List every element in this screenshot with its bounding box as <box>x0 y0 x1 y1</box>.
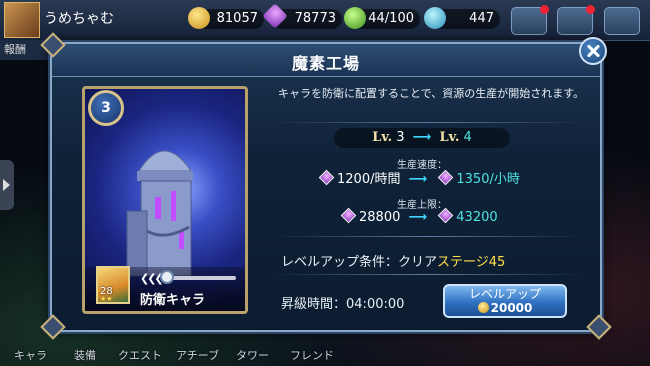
level-change: Lv. 3 ⟶ Lv. 4 <box>334 128 510 148</box>
card-slider-track <box>166 276 236 280</box>
chevron-left-icon: ❮❮❮ <box>140 272 164 285</box>
divider <box>272 236 584 237</box>
player-avatar[interactable] <box>4 2 40 38</box>
levelup-cost: 20000 <box>445 301 565 315</box>
diamond-icon <box>424 7 446 29</box>
condition-label: レベルアップ条件： <box>281 255 399 270</box>
levelup-button[interactable]: レベルアップ 20000 <box>443 284 567 318</box>
gem-icon <box>438 169 454 186</box>
production-limit-row: 28800 ⟶ 43200 <box>338 207 498 225</box>
production-speed-current: 1200/時間 <box>337 172 401 187</box>
stamina-value: 44/100 <box>368 11 414 26</box>
condition-prefix: クリア <box>398 255 438 270</box>
nav-equipment[interactable]: 装備 <box>74 347 96 363</box>
production-limit-next: 43200 <box>456 210 498 225</box>
production-speed-next: 1350/小時 <box>456 172 520 187</box>
gold-coin-icon <box>477 302 489 313</box>
gem-counter: 78773 <box>262 3 342 29</box>
arrow-right-icon: ⟶ <box>408 172 428 187</box>
chat-button[interactable] <box>511 5 549 35</box>
nav-friend[interactable]: フレンド <box>290 347 334 363</box>
nav-achievement[interactable]: アチーブ <box>176 347 219 363</box>
divider <box>272 274 584 275</box>
stamina-icon <box>344 7 366 29</box>
arrow-right-icon: ⟶ <box>408 210 428 225</box>
top-bar: うめちゃむ 81057 78773 44/100 447 <box>0 0 650 41</box>
production-limit-label: 生産上限： <box>397 200 447 211</box>
level-label: Lv. <box>372 130 393 145</box>
tower-building-icon <box>126 150 193 277</box>
dialog-title-bar: 魔素工場 <box>52 44 600 77</box>
mail-button[interactable] <box>557 5 595 35</box>
card-role-label: 防衛キャラ <box>140 293 206 308</box>
levelup-cost-value: 20000 <box>490 301 533 315</box>
dialog-description: キャラを防衛に配置することで、資源の生産が開始されます。 <box>278 87 585 100</box>
gold-value: 81057 <box>216 11 258 26</box>
notification-dot-icon <box>586 5 595 14</box>
dialog-title: 魔素工場 <box>291 54 360 73</box>
gold-counter: 81057 <box>188 7 264 29</box>
bottom-nav: キャラ 装備 クエスト アチーブ タワー フレンド <box>0 344 650 366</box>
player-name: うめちゃむ <box>44 11 114 27</box>
gem-value: 78773 <box>294 11 336 26</box>
level-label-next: Lv. <box>439 130 460 145</box>
levelup-condition: レベルアップ条件：クリアステージ45 <box>281 251 505 270</box>
nav-tower[interactable]: タワー <box>236 347 269 363</box>
diamond-value: 447 <box>469 11 494 26</box>
upgrade-time-value: 04:00:00 <box>346 297 405 312</box>
stamina-counter: 44/100 <box>344 7 420 29</box>
production-limit-current: 28800 <box>359 210 401 225</box>
card-slider-knob[interactable] <box>160 270 174 284</box>
character-portrait[interactable]: 28 ★★ <box>96 266 130 304</box>
condition-value: ステージ45 <box>437 255 506 270</box>
notification-dot-icon <box>540 5 549 14</box>
levelup-button-label: レベルアップ <box>468 287 541 301</box>
card-level-badge: 3 <box>88 90 124 126</box>
upgrade-time-label: 昇級時間： <box>281 297 347 312</box>
level-next: 4 <box>463 130 472 145</box>
nav-quest[interactable]: クエスト <box>118 347 162 363</box>
gem-icon <box>438 207 454 224</box>
gold-coin-icon <box>188 7 210 29</box>
side-arrow-icon[interactable] <box>0 160 14 210</box>
gem-icon <box>340 207 357 224</box>
star-rank-icon: ★★ <box>100 295 113 303</box>
production-speed-row: 1200/時間 ⟶ 1350/小時 <box>316 168 520 187</box>
purple-gem-icon <box>262 3 288 29</box>
level-current: 3 <box>396 130 405 145</box>
upgrade-time: 昇級時間：04:00:00 <box>281 293 404 312</box>
close-button[interactable] <box>579 37 607 65</box>
nav-chara[interactable]: キャラ <box>14 347 47 363</box>
settings-button[interactable] <box>604 7 640 35</box>
arrow-right-icon: ⟶ <box>412 130 432 145</box>
gem-icon <box>318 169 335 186</box>
diamond-counter: 447 <box>424 7 500 29</box>
divider <box>272 122 584 123</box>
